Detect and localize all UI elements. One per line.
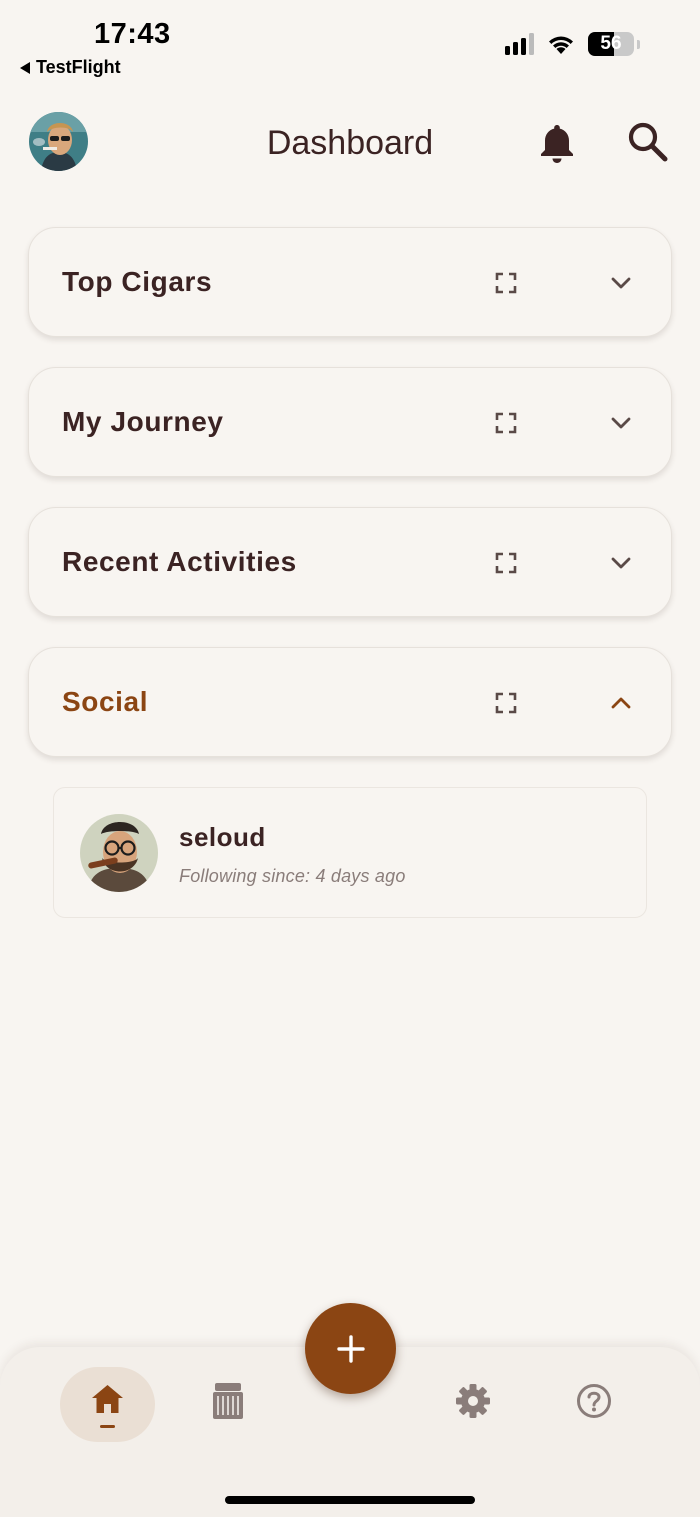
help-icon xyxy=(577,1384,611,1418)
user-avatar[interactable] xyxy=(80,814,158,892)
nav-humidor[interactable] xyxy=(212,1381,244,1421)
following-since: Following since: 4 days ago xyxy=(179,866,406,886)
search-icon xyxy=(628,122,668,162)
add-button[interactable] xyxy=(305,1303,396,1394)
fullscreen-button[interactable] xyxy=(495,552,517,574)
dashboard-screen: 17:43 TestFlight 56 Dashboard Top Cigars… xyxy=(0,0,700,1517)
fullscreen-button[interactable] xyxy=(495,272,517,294)
fullscreen-icon xyxy=(495,272,517,294)
active-indicator xyxy=(100,1425,115,1428)
back-label: TestFlight xyxy=(36,57,121,77)
chevron-down-icon xyxy=(611,417,631,429)
user-name: seloud xyxy=(179,822,266,852)
plus-icon xyxy=(336,1334,365,1363)
back-arrow-icon xyxy=(20,61,30,74)
status-indicators: 56 xyxy=(505,32,640,56)
section-title: Social xyxy=(62,686,149,717)
chevron-down-icon xyxy=(611,557,631,569)
back-to-testflight[interactable]: TestFlight xyxy=(20,57,121,78)
chevron-up-icon xyxy=(611,697,631,709)
chevron-down-icon xyxy=(611,277,631,289)
battery-icon: 56 xyxy=(588,32,634,56)
section-title: My Journey xyxy=(62,406,224,437)
search-button[interactable] xyxy=(626,120,670,164)
fullscreen-button[interactable] xyxy=(495,412,517,434)
expand-toggle-button[interactable] xyxy=(609,412,633,434)
section-card-recent-activities[interactable]: Recent Activities xyxy=(28,507,672,617)
page-title: Dashboard xyxy=(266,124,434,162)
fullscreen-icon xyxy=(495,692,517,714)
nav-home[interactable] xyxy=(60,1367,155,1442)
section-card-top-cigars[interactable]: Top Cigars xyxy=(28,227,672,337)
bell-icon xyxy=(541,125,573,163)
collapse-toggle-button[interactable] xyxy=(609,692,633,714)
section-card-social[interactable]: Social xyxy=(28,647,672,757)
nav-settings[interactable] xyxy=(455,1383,491,1419)
expand-toggle-button[interactable] xyxy=(609,272,633,294)
home-indicator xyxy=(225,1496,475,1504)
humidor-icon xyxy=(213,1383,243,1419)
section-title: Top Cigars xyxy=(62,266,213,297)
notifications-button[interactable] xyxy=(538,122,576,164)
nav-help[interactable] xyxy=(576,1383,612,1419)
section-card-my-journey[interactable]: My Journey xyxy=(28,367,672,477)
wifi-icon xyxy=(549,36,573,54)
fullscreen-icon xyxy=(495,412,517,434)
section-title: Recent Activities xyxy=(62,546,297,577)
status-time: 17:43 xyxy=(94,18,171,50)
battery-tip xyxy=(637,39,640,49)
battery-level: 56 xyxy=(600,33,622,54)
gear-icon xyxy=(456,1384,490,1418)
social-list-item[interactable]: seloud Following since: 4 days ago xyxy=(53,787,647,918)
expand-toggle-button[interactable] xyxy=(609,552,633,574)
home-icon xyxy=(92,1385,123,1413)
fullscreen-button[interactable] xyxy=(495,692,517,714)
fullscreen-icon xyxy=(495,552,517,574)
cellular-signal-icon xyxy=(505,33,534,55)
